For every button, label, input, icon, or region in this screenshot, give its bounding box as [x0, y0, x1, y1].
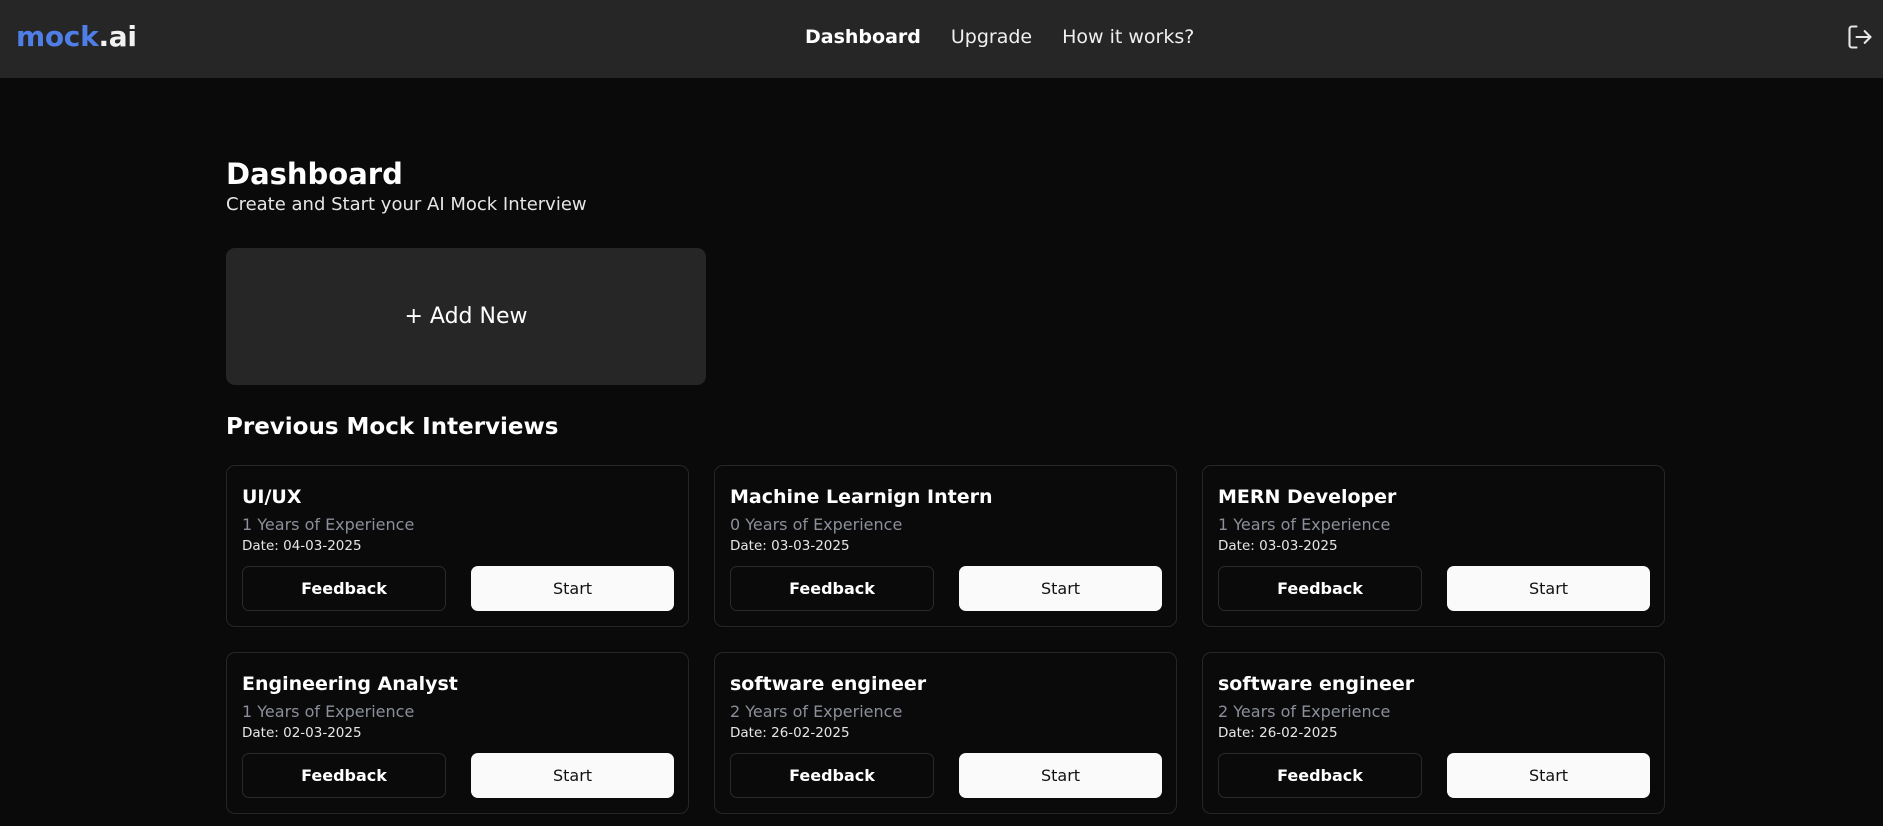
interview-role: UI/UX: [242, 486, 302, 508]
interview-date: Date: 04-03-2025: [242, 538, 362, 554]
nav-item-upgrade[interactable]: Upgrade: [951, 26, 1032, 48]
feedback-button[interactable]: Feedback: [730, 753, 934, 798]
page-subtitle: Create and Start your AI Mock Interview: [226, 194, 587, 215]
start-button[interactable]: Start: [1447, 753, 1650, 798]
interview-date: Date: 03-03-2025: [730, 538, 850, 554]
interview-card: software engineer 2 Years of Experience …: [1202, 652, 1665, 814]
feedback-button[interactable]: Feedback: [1218, 566, 1422, 611]
interview-experience: 2 Years of Experience: [730, 702, 903, 721]
interview-card: software engineer 2 Years of Experience …: [714, 652, 1177, 814]
interview-role: Machine Learnign Intern: [730, 486, 993, 508]
interview-card: Machine Learnign Intern 0 Years of Exper…: [714, 465, 1177, 627]
add-new-label: + Add New: [404, 304, 528, 329]
interview-date: Date: 26-02-2025: [730, 725, 850, 741]
logout-icon[interactable]: [1846, 23, 1874, 51]
interview-role: MERN Developer: [1218, 486, 1397, 508]
interview-role: software engineer: [1218, 673, 1415, 695]
logo[interactable]: mock.ai: [16, 20, 137, 53]
nav-item-how-it-works[interactable]: How it works?: [1062, 26, 1194, 48]
main-nav: Dashboard Upgrade How it works?: [805, 26, 1194, 48]
start-button[interactable]: Start: [959, 566, 1162, 611]
start-button[interactable]: Start: [471, 566, 674, 611]
section-title-previous-interviews: Previous Mock Interviews: [226, 414, 559, 440]
interview-date: Date: 02-03-2025: [242, 725, 362, 741]
interview-experience: 1 Years of Experience: [1218, 515, 1391, 534]
interview-date: Date: 26-02-2025: [1218, 725, 1338, 741]
interview-experience: 1 Years of Experience: [242, 515, 415, 534]
interview-card: Engineering Analyst 1 Years of Experienc…: [226, 652, 689, 814]
top-navbar: mock.ai Dashboard Upgrade How it works?: [0, 0, 1883, 78]
feedback-button[interactable]: Feedback: [730, 566, 934, 611]
page-title: Dashboard: [226, 157, 403, 191]
logo-part-ai: .ai: [98, 20, 137, 53]
feedback-button[interactable]: Feedback: [242, 753, 446, 798]
interview-role: software engineer: [730, 673, 927, 695]
interview-experience: 2 Years of Experience: [1218, 702, 1391, 721]
start-button[interactable]: Start: [1447, 566, 1650, 611]
interview-date: Date: 03-03-2025: [1218, 538, 1338, 554]
logo-part-mock: mock: [16, 20, 99, 53]
interview-role: Engineering Analyst: [242, 673, 458, 695]
start-button[interactable]: Start: [471, 753, 674, 798]
interview-experience: 0 Years of Experience: [730, 515, 903, 534]
add-new-interview-button[interactable]: + Add New: [226, 248, 706, 385]
feedback-button[interactable]: Feedback: [242, 566, 446, 611]
dashboard-main: Dashboard Create and Start your AI Mock …: [226, 156, 1666, 814]
interview-card: UI/UX 1 Years of Experience Date: 04-03-…: [226, 465, 689, 627]
interview-experience: 1 Years of Experience: [242, 702, 415, 721]
nav-item-dashboard[interactable]: Dashboard: [805, 26, 921, 48]
interview-card: MERN Developer 1 Years of Experience Dat…: [1202, 465, 1665, 627]
feedback-button[interactable]: Feedback: [1218, 753, 1422, 798]
start-button[interactable]: Start: [959, 753, 1162, 798]
